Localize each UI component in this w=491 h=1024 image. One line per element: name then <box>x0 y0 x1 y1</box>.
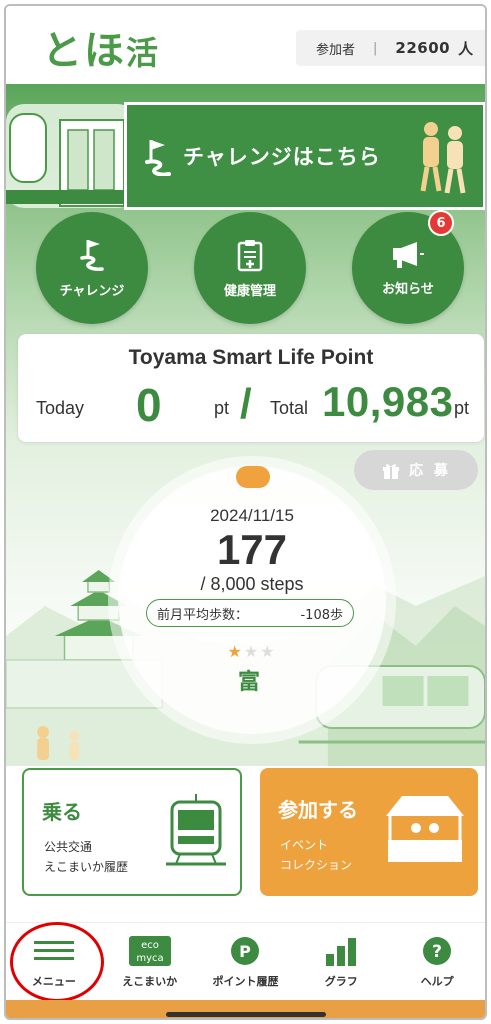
challenge-banner-text: チャレンジはこちら <box>183 145 381 169</box>
challenge-banner[interactable]: チャレンジはこちら <box>124 102 485 210</box>
step-counter-ring[interactable]: 2024/11/15 177 / 8,000 steps 前月平均歩数： -10… <box>118 466 386 734</box>
megaphone-icon <box>393 241 424 268</box>
total-unit: pt <box>454 398 470 418</box>
star-filled-icon: ★ <box>227 642 244 661</box>
challenge-button-label: チャレンジ <box>59 283 125 299</box>
participants-unit: 人 <box>458 39 474 58</box>
nav-point-history-label: ポイント履歴 <box>212 975 279 988</box>
join-card-line1: イベント <box>280 838 329 852</box>
star-empty-icon: ★ <box>260 642 277 661</box>
total-label: Total <box>270 398 309 418</box>
nav-ecomyca[interactable]: eco myca えこまいか <box>102 923 198 1000</box>
today-points-value: 0 <box>136 379 162 431</box>
health-management-label: 健康管理 <box>223 283 276 299</box>
bottom-navigation: メニュー eco myca えこまいか P ポイント履歴 グラフ ? ヘルプ <box>6 922 485 1000</box>
points-title: Toyama Smart Life Point <box>128 346 374 369</box>
monthly-average-label: 前月平均歩数： <box>157 607 249 623</box>
svg-text:eco: eco <box>141 940 159 951</box>
bottom-strip <box>6 1000 485 1018</box>
nav-graph-label: グラフ <box>324 975 358 988</box>
star-empty-icon: ★ <box>243 642 261 661</box>
points-slash: / <box>240 380 252 427</box>
star-rating: ★★★ <box>118 642 386 661</box>
app-logo: とほ活 <box>42 28 161 74</box>
nav-point-history[interactable]: P ポイント履歴 <box>198 923 294 1000</box>
tent-icon <box>386 796 464 862</box>
step-date: 2024/11/15 <box>210 506 294 525</box>
participants-separator: | <box>373 40 378 56</box>
health-management-button[interactable]: 健康管理 <box>194 212 306 324</box>
svg-text:?: ? <box>432 942 442 962</box>
total-points-value: 10,983 <box>322 378 454 425</box>
today-unit: pt <box>214 398 230 418</box>
walkers-illustration <box>420 122 466 194</box>
hamburger-icon <box>33 941 74 960</box>
step-count: 177 <box>216 526 288 573</box>
svg-text:P: P <box>240 942 252 961</box>
help-icon: ? <box>423 937 452 965</box>
monthly-average-box: 前月平均歩数： -108歩 <box>146 599 354 627</box>
ride-card-line2: えこまいか履歴 <box>44 860 129 874</box>
home-indicator[interactable] <box>166 1012 326 1017</box>
tram-icon <box>166 794 226 866</box>
apply-button-label: 応 募 <box>409 463 451 479</box>
monthly-average-value: -108歩 <box>300 607 343 623</box>
nav-menu[interactable]: メニュー <box>6 923 102 1000</box>
participants-label: 参加者 <box>316 42 356 58</box>
tram-illustration <box>6 104 136 208</box>
join-card[interactable]: 参加する イベント コレクション <box>260 768 478 896</box>
gift-icon <box>383 464 400 479</box>
join-card-title: 参加する <box>278 798 358 822</box>
notification-badge: 6 <box>428 210 454 236</box>
point-icon: P <box>231 937 260 965</box>
ride-card[interactable]: 乗る 公共交通 えこまいか履歴 <box>22 768 242 896</box>
ecomyca-icon: eco myca <box>128 936 171 966</box>
participants-counter: 参加者 | 22600 人 <box>296 30 485 66</box>
ride-card-line1: 公共交通 <box>44 840 93 854</box>
nav-help[interactable]: ? ヘルプ <box>389 923 485 1000</box>
participants-count: 22600 <box>395 39 451 57</box>
join-card-line2: コレクション <box>280 858 353 872</box>
nav-menu-label: メニュー <box>31 975 76 988</box>
nav-graph[interactable]: グラフ <box>293 923 389 1000</box>
flag-icon <box>145 140 171 176</box>
mascot-icon: 富 <box>238 670 261 695</box>
today-label: Today <box>36 398 85 418</box>
bar-chart-icon <box>326 938 357 966</box>
step-ring-knob <box>236 466 270 488</box>
svg-text:myca: myca <box>136 953 163 964</box>
app-frame: とほ活 参加者 | 22600 人 チャレンジはこちら チャレンジ 健康管理 お… <box>4 4 487 1020</box>
nav-help-label: ヘルプ <box>420 975 454 988</box>
flag-icon <box>80 239 104 271</box>
step-goal: / 8,000 steps <box>200 574 304 594</box>
apply-button[interactable]: 応 募 <box>354 450 478 490</box>
app-header: とほ活 参加者 | 22600 人 <box>6 6 485 84</box>
nav-ecomyca-label: えこまいか <box>122 975 178 988</box>
notices-label: お知らせ <box>382 281 434 297</box>
clipboard-icon <box>237 239 263 271</box>
challenge-button[interactable]: チャレンジ <box>36 212 148 324</box>
ride-card-title: 乗る <box>42 800 82 824</box>
points-card[interactable]: Toyama Smart Life Point Today 0 pt / Tot… <box>18 334 484 442</box>
